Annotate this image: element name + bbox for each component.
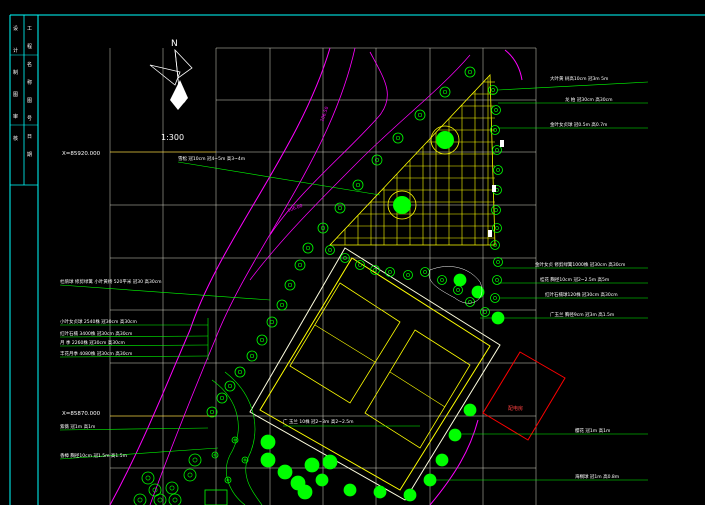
plant-callout: 桂花 胸径10cm 冠2~2.5m 高5m: [540, 276, 609, 283]
tree-symbol: [304, 457, 320, 473]
title-block-text: 核: [13, 135, 18, 142]
plaza-tree: [393, 196, 411, 214]
plant-callout: 樱花 冠1m 高1m: [575, 427, 610, 434]
plant-callout: 红叶石楠 3400株 冠30cm 高30cm: [60, 330, 132, 337]
plant-callout: 小叶女贞球 2540株 冠30cm 高30cm: [60, 318, 137, 325]
tree-symbol: [277, 464, 293, 480]
tree-symbol: [435, 453, 449, 467]
title-block-text: 期: [27, 152, 32, 158]
title-block-text: 工: [27, 26, 32, 32]
plant-callout: 丰花月季 4080株 冠30cm 高30cm: [60, 350, 132, 357]
title-block-text: 设: [13, 25, 18, 32]
tree-symbol: [297, 484, 313, 500]
plant-callout: 紫薇 冠1m 高1m: [60, 423, 95, 430]
coordinate-upper: X=85920.000: [62, 151, 101, 157]
tree-symbol: [315, 473, 329, 487]
plant-callout: 月 季 2260株 冠30cm 高30cm: [60, 339, 125, 346]
tree-symbol: [322, 454, 338, 470]
tree-symbol: [453, 273, 467, 287]
plant-callout: 雪松 冠10cm 冠4~5m 高3~4m: [178, 155, 245, 162]
plant-callout: 杜鹃球 修剪绿篱 小叶黄杨 520平米 冠30 高30cm: [60, 278, 162, 285]
plant-callout: 金叶女贞 修剪绿篱1000株 冠30cm 高30cm: [535, 261, 625, 268]
tree-symbol: [403, 488, 417, 502]
title-block-text: 制: [13, 69, 18, 76]
marker-post: [500, 140, 504, 147]
title-block-text: 号: [27, 116, 32, 122]
tree-symbol: [260, 434, 276, 450]
title-block-text: 名: [27, 61, 32, 68]
tree-symbol: [448, 428, 462, 442]
plant-callout: 红叶石楠球120株 冠30cm 高30cm: [545, 291, 618, 298]
plaza-tree: [436, 131, 454, 149]
tree-symbol: [343, 483, 357, 497]
plant-callout: 金叶女贞球 冠0.5m 高0.7m: [550, 121, 607, 128]
callout-court: 广 玉兰 10株 冠2~3m 高2~2.5m: [283, 418, 354, 425]
title-block-text: 称: [27, 79, 32, 86]
coordinate-lower: X=85870.000: [62, 411, 101, 417]
tree-symbol: [471, 285, 485, 299]
landscape-plan-drawing: 设计制图审核 工程名称图号日期 配电房 N 1:300 X=85920.000 …: [0, 0, 705, 505]
plant-callout: 广玉兰 胸径9cm 冠3m 高1.5m: [550, 311, 614, 318]
plant-callout: 龙 柏 冠30cm 高30cm: [565, 96, 612, 103]
scale-text: 1:300: [161, 133, 184, 142]
title-block-text: 计: [13, 47, 18, 54]
title-block-text: 图: [27, 98, 32, 104]
marker-post: [488, 230, 492, 237]
marker-post: [492, 185, 496, 192]
tree-symbol: [260, 452, 276, 468]
plant-callout: 香樟 胸径10cm 冠1.5m 高1.5m: [60, 452, 127, 459]
plant-callout: 大叶黄 树高10cm 冠3m 5m: [550, 75, 608, 82]
plant-callout: 海桐球 冠1m 高0.8m: [575, 473, 619, 480]
title-block-text: 日: [27, 134, 32, 140]
building-label: 配电房: [508, 405, 523, 412]
north-label: N: [171, 39, 178, 49]
tree-symbol: [373, 485, 387, 499]
tree-symbol: [463, 403, 477, 417]
title-block-text: 图: [13, 92, 18, 98]
title-block-text: 程: [27, 43, 32, 50]
title-block-text: 审: [13, 113, 18, 120]
